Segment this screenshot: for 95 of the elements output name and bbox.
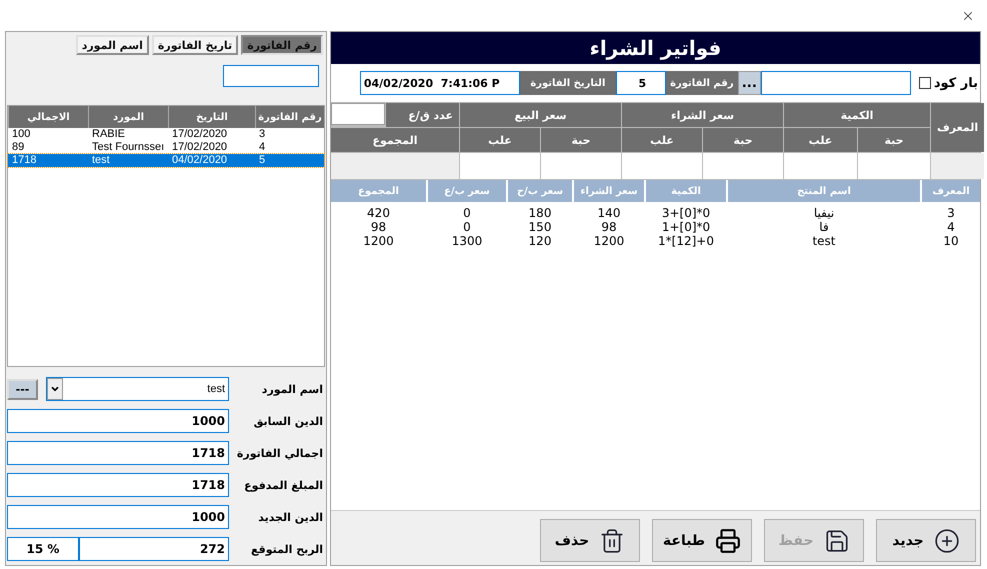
invoice-row[interactable]: 1718 test 04/02/2020 5: [8, 154, 324, 167]
table-cell-text: 0: [462, 206, 472, 220]
dropdown-button[interactable]: [47, 378, 63, 400]
sort-tab[interactable]: تاريخ الفاتورة: [152, 35, 238, 55]
table-cell-text: 98: [600, 220, 618, 234]
table-cell-text: 420: [366, 206, 391, 220]
table-cell-text: 98: [370, 220, 388, 234]
field-label: التاريخ الفاتورة: [520, 71, 616, 95]
invoice-row[interactable]: 100 RABIE 17/02/2020 3: [8, 128, 324, 141]
table-cell-text: Test Fournsseı: [91, 141, 166, 154]
table-cell-text: 89: [11, 141, 26, 154]
table-cell-text: نيفيا: [812, 206, 836, 220]
table-cell-text: 1300: [450, 234, 484, 248]
value-field[interactable]: 1000: [7, 409, 229, 433]
barcode-field[interactable]: [760, 71, 911, 95]
table-cell-text: 1200: [362, 234, 395, 248]
delete-button[interactable]: حذف: [540, 519, 640, 562]
entry-field[interactable]: [622, 153, 702, 179]
table-cell-text: 1200: [592, 234, 626, 248]
column-header: المعرف: [931, 103, 984, 152]
field-label: المبلغ المدفوع: [243, 478, 323, 492]
column-header: حبة: [703, 128, 783, 152]
column-header: سعر الشراء: [622, 103, 783, 127]
table-cell-text: 0: [462, 220, 472, 234]
sort-tab[interactable]: اسم المورد: [76, 35, 149, 55]
column-header: علب: [622, 128, 702, 152]
table-cell-text: 3: [946, 206, 956, 220]
table-cell-text: 4: [946, 220, 956, 234]
table-cell-text: 1+[0]*0: [660, 220, 712, 234]
table-cell-text: 5: [258, 154, 266, 167]
print-button[interactable]: طباعة: [652, 519, 752, 562]
table-cell-text: 150: [528, 220, 552, 234]
window-title: فواتير الشراء: [331, 32, 980, 64]
column-header: المجموع: [331, 128, 459, 152]
table-cell-text: فا: [818, 220, 830, 234]
value-field[interactable]: 1718: [7, 441, 229, 465]
field-label: الدين الجديد: [257, 510, 323, 524]
value-field[interactable]: 1718: [7, 473, 229, 497]
column-header: سعر البيع: [460, 103, 621, 127]
entry-field[interactable]: [703, 153, 783, 179]
column-header: حبة: [541, 128, 621, 152]
table-cell-text: RABIE: [91, 128, 126, 141]
entry-field[interactable]: [858, 153, 930, 179]
more-button[interactable]: ---: [7, 378, 38, 400]
field-label: اجمالي الفاتورة: [236, 446, 323, 460]
total-field[interactable]: [331, 153, 459, 179]
table-cell-text: 3+[0]*0: [660, 206, 712, 220]
id-field[interactable]: [931, 153, 984, 179]
count-field[interactable]: [331, 103, 385, 125]
supplier-dropdown[interactable]: test: [46, 377, 229, 401]
table-cell-text: 17/02/2020: [171, 128, 228, 141]
trash-icon: [599, 528, 626, 554]
entry-field[interactable]: [541, 153, 621, 179]
table-cell-text: 1718: [11, 154, 38, 167]
value-field[interactable]: 1000: [7, 505, 229, 529]
table-cell-text: 04/02/2020: [171, 154, 228, 167]
barcode-checkbox[interactable]: بار كود: [918, 76, 978, 90]
field-label: اسم المورد: [260, 382, 323, 396]
table-cell-text: test: [91, 154, 111, 167]
table-cell-text: 10: [942, 234, 960, 248]
caret-icon: [50, 384, 60, 394]
value-field[interactable]: 272: [79, 537, 229, 561]
column-header: علب: [784, 128, 857, 152]
table-cell-text: 3: [258, 128, 266, 141]
table-cell-text: 120: [528, 234, 552, 248]
entry-field[interactable]: [784, 153, 857, 179]
column-header[interactable]: رقم الفاتورة: [255, 106, 324, 128]
column-header: علب: [460, 128, 540, 152]
invoice-number-field[interactable]: 5: [616, 71, 666, 95]
column-header[interactable]: التاريخ: [168, 106, 255, 128]
table-cell-text: 180: [528, 206, 552, 220]
table-cell-text: 100: [11, 128, 32, 141]
field-label: رقم الفاتورة: [666, 71, 738, 95]
browse-button[interactable]: ...: [738, 71, 761, 95]
search-field[interactable]: [223, 65, 319, 87]
date-field[interactable]: 04/02/2020 7:41:06 P: [360, 71, 520, 95]
printer-icon: [715, 528, 742, 554]
field-label: الربح المتوقع: [250, 542, 323, 556]
table-cell-text: 140: [596, 206, 622, 220]
field-label: الدين السابق: [252, 414, 323, 428]
column-header: عدد ق/ع: [386, 103, 459, 127]
table-cell-text: 17/02/2020: [171, 141, 228, 154]
plus-circle-icon: [934, 528, 960, 554]
invoice-row[interactable]: 89 Test Fournsseı 17/02/2020 4: [8, 141, 324, 154]
new-button[interactable]: جديد: [876, 519, 976, 562]
table-cell-text: test: [811, 234, 837, 248]
column-header[interactable]: المورد: [88, 106, 168, 128]
column-header[interactable]: الاجمالي: [8, 106, 88, 128]
entry-field[interactable]: [460, 153, 540, 179]
table-cell-text: 4: [258, 141, 266, 154]
table-cell-text: 1*[12]+0: [657, 234, 715, 248]
column-header: حبة: [858, 128, 930, 152]
column-header: الكمية: [784, 103, 930, 127]
sort-tab[interactable]: رقم الفاتورة: [241, 35, 323, 55]
percent-field[interactable]: 15 %: [7, 537, 79, 561]
